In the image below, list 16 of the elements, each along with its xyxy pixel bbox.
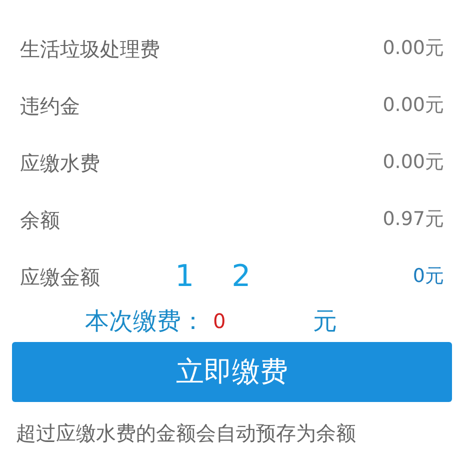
payment-unit: 元 (313, 306, 337, 337)
note-text: 超过应缴水费的金额会自动预存为余额 (15, 420, 357, 446)
row-value: 0.00元 (382, 150, 444, 176)
row-value: 0.00元 (382, 36, 444, 62)
row-label: 余额 (20, 206, 60, 234)
row-label: 生活垃圾处理费 (20, 36, 160, 62)
row-label: 违约金 (20, 92, 80, 120)
row-value: 0.97元 (382, 207, 444, 232)
row-label: 应缴金额 (20, 264, 100, 290)
row-value: 0元 (412, 264, 444, 290)
handwritten-annotation: 1 2 (175, 262, 265, 292)
pay-now-button[interactable]: 立即缴费 (12, 342, 452, 402)
payment-amount-field[interactable]: 0 (213, 306, 313, 336)
row-value: 0.00元 (382, 93, 444, 118)
row-label: 应缴水费 (20, 150, 100, 176)
payment-label: 本次缴费： (85, 306, 205, 337)
